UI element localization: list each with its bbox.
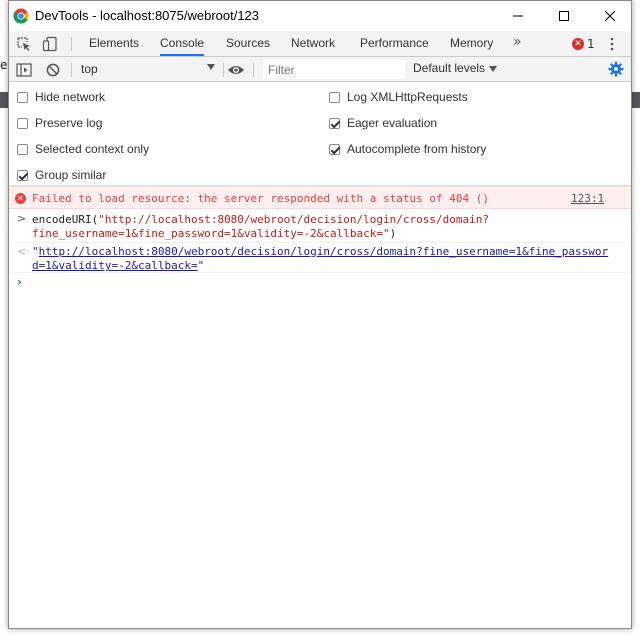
inspect-element-icon[interactable] [15,35,33,53]
log-levels-label: Default levels [413,61,486,75]
error-count: 1 [587,37,595,51]
error-count-badge[interactable]: ✕ 1 [572,37,595,51]
clear-console-icon[interactable] [44,61,62,79]
option-eager-evaluation[interactable]: Eager evaluation [329,116,437,130]
option-label: Log XMLHttpRequests [347,90,468,104]
background-text: e [0,58,8,72]
toolbar-divider [71,37,72,51]
error-text: Failed to load resource: the server resp… [32,192,489,205]
checkbox[interactable] [17,143,28,155]
filter-input[interactable] [263,60,405,79]
input-close-paren: ) [389,227,397,240]
error-icon: ✕ [15,193,26,204]
log-levels-dropdown[interactable]: Default levels [413,61,498,75]
context-selector[interactable]: top [79,61,217,78]
result-line-1: "http://localhost:8080/webroot/decision/… [32,245,608,258]
console-input-message: > encodeURI("http://localhost:8080/webro… [9,209,631,243]
option-autocomplete-from-history[interactable]: Autocomplete from history [329,142,486,156]
option-label: Group similar [35,168,107,182]
sidebar-toggle-icon[interactable] [15,61,33,79]
more-tabs-chevron-icon[interactable]: » [513,34,522,50]
dropdown-arrow-icon [207,64,215,70]
tab-performance[interactable]: Performance [360,31,429,56]
error-source-link[interactable]: 123:1 [571,192,604,205]
dropdown-arrow-icon [489,65,498,72]
console-prompt[interactable]: › [9,275,631,291]
result-quote-close: " [197,259,205,272]
console-error-message: ✕ Failed to load resource: the server re… [9,186,631,209]
result-line-2: d=1&validity=-2&callback=" [32,259,204,272]
result-arrow-icon: <· [17,245,30,258]
console-result-message: <· "http://localhost:8080/webroot/decisi… [9,243,631,273]
checkbox[interactable] [329,91,340,103]
tab-memory[interactable]: Memory [450,31,493,56]
prompt-chevron-icon: › [17,275,22,289]
result-url-link-part2[interactable]: d=1&validity=-2&callback= [32,259,198,272]
toolbar-divider [223,63,224,77]
tab-console[interactable]: Console [160,31,205,56]
tab-elements[interactable]: Elements [89,31,139,56]
toolbar-divider [253,63,254,77]
option-preserve-log[interactable]: Preserve log [17,116,102,130]
devtools-tab-bar: Elements Console Sources Network Perform… [9,31,631,57]
input-string-part2: fine_username=1&fine_password=1&validity… [32,227,390,240]
title-bar: DevTools - localhost:8075/webroot/123 [9,1,631,31]
option-label: Eager evaluation [347,116,438,130]
console-toolbar: top Default levels [9,57,631,82]
input-code-line-2[interactable]: fine_username=1&fine_password=1&validity… [32,227,396,240]
chrome-logo-icon [13,8,29,24]
maximize-button[interactable] [541,1,587,31]
tab-sources[interactable]: Sources [226,31,270,56]
console-settings-pane: Hide network Preserve log Selected conte… [9,82,631,186]
checkbox[interactable] [17,169,28,181]
option-hide-network[interactable]: Hide network [17,90,105,104]
option-selected-context-only[interactable]: Selected context only [17,142,149,156]
context-selector-value: top [81,62,98,76]
device-toolbar-icon[interactable] [41,35,59,53]
option-label: Selected context only [35,142,150,156]
minimize-button[interactable] [495,1,541,31]
option-label: Preserve log [35,116,103,130]
result-quote-open: " [32,245,39,258]
tab-network[interactable]: Network [291,31,335,56]
option-log-xmlhttprequests[interactable]: Log XMLHttpRequests [329,90,468,104]
checkbox[interactable] [17,117,28,129]
more-options-icon[interactable] [610,37,614,51]
input-chevron-icon: > [17,212,27,225]
option-label: Hide network [35,90,106,104]
error-icon: ✕ [572,38,584,50]
input-string-part1: "http://localhost:8080/webroot/decision/… [98,213,489,226]
checkbox[interactable] [17,91,28,103]
checkbox[interactable] [329,117,340,129]
input-code-line-1[interactable]: encodeURI("http://localhost:8080/webroot… [32,213,489,226]
result-url-link-part1[interactable]: http://localhost:8080/webroot/decision/l… [39,245,609,258]
close-window-button[interactable] [587,1,633,31]
toolbar-divider [71,63,72,77]
checkbox[interactable] [329,143,340,155]
option-group-similar[interactable]: Group similar [17,168,106,182]
option-label: Autocomplete from history [347,142,487,156]
console-settings-gear-icon[interactable] [608,61,624,77]
input-function: encodeURI( [32,213,99,226]
live-expression-eye-icon[interactable] [227,61,245,79]
window-title: DevTools - localhost:8075/webroot/123 [35,8,260,23]
devtools-window: DevTools - localhost:8075/webroot/123 El… [8,0,632,629]
